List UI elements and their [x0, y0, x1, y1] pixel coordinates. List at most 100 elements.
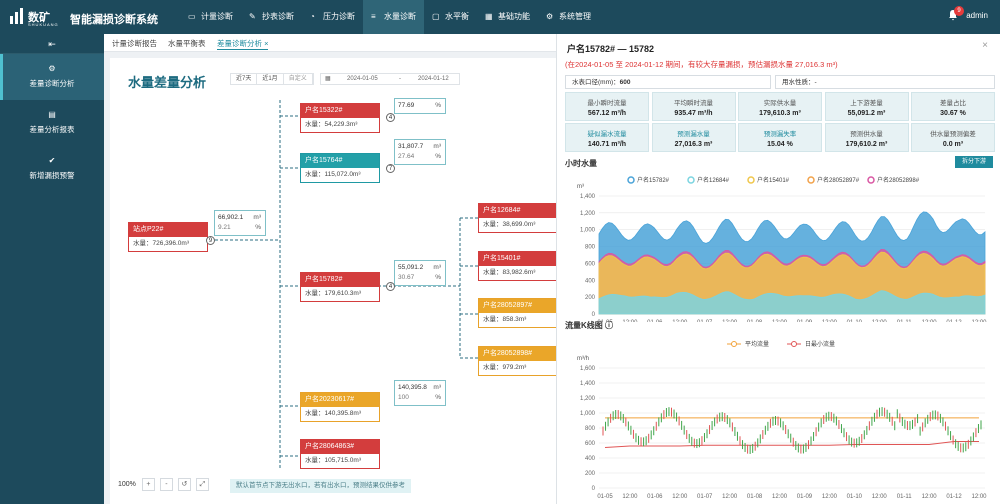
y-tick-label: 600 [585, 441, 596, 447]
stat-label: 平均瞬时流量 [674, 100, 713, 107]
nav-label: 水平衡 [445, 12, 469, 21]
flow-node[interactable]: 户名28052898# 水量：979.2m³ [478, 346, 558, 376]
flow-node[interactable]: 户名15782# 水量：179,610.3m³ [300, 272, 380, 302]
child-count-badge[interactable]: 4 [386, 282, 395, 291]
legend-swatch [867, 176, 875, 184]
stat-card: 上下游差量 55,091.2 m³ [824, 92, 909, 121]
sidebar-item-diff-report[interactable]: ▤ 差量分析报表 [0, 100, 104, 146]
child-count-badge[interactable]: 9 [206, 236, 215, 245]
nav-pressure[interactable]: ◔ 压力诊断 [302, 0, 363, 34]
legend-swatch [807, 176, 815, 184]
y-tick-label: 0 [592, 486, 596, 492]
tab-diff-analysis[interactable]: 差量诊断分析 × [217, 38, 269, 50]
logo-sub: SHUKUANG [28, 22, 59, 27]
notification-bell-icon[interactable]: 9 [947, 6, 964, 23]
sidebar-item-leak-alert[interactable]: ✔ 新增漏损预警 [0, 146, 104, 192]
field-value: 600 [619, 79, 631, 86]
x-tick-label: 12:00 [722, 494, 738, 500]
x-tick-label: 01-12 [946, 320, 962, 322]
sidebar-item-label: 差量诊断分析 [29, 79, 75, 88]
node-volume: 水量：83,982.6m³ [483, 269, 536, 276]
stat-label: 疑似漏水流量 [587, 131, 627, 138]
reset-icon[interactable]: ↺ [177, 477, 191, 491]
node-title: 户名12684# [479, 204, 557, 218]
user-name[interactable]: admin [966, 11, 988, 20]
node-volume: 水量：115,072.0m³ [305, 171, 361, 178]
split-downstream-button[interactable]: 拆分下游 [955, 156, 993, 168]
zoom-out-icon[interactable]: - [159, 477, 173, 491]
nav-label: 基础功能 [498, 12, 530, 21]
node-title: 站点P22# [129, 223, 207, 237]
flow-node[interactable]: 户名15401# 水量：83,982.6m³ [478, 251, 558, 281]
child-count-badge[interactable]: 7 [386, 164, 395, 173]
x-tick-label: 01-10 [847, 320, 863, 322]
node-volume: 水量：179,610.3m³ [305, 290, 361, 297]
flow-node[interactable]: 户名15764# 水量：115,072.0m³ [300, 153, 380, 183]
node-volume: 水量：105,715.0m³ [305, 457, 361, 464]
stat-value: 0.0 m³ [942, 141, 964, 148]
report-icon: ▤ [48, 110, 56, 119]
tab-meter-report[interactable]: 计量诊断报告 [112, 38, 157, 49]
flow-node[interactable]: 户名28052897# 水量：858.3m³ [478, 298, 558, 328]
zoom-in-icon[interactable]: + [141, 477, 155, 491]
x-tick-label: 01-07 [697, 320, 713, 322]
nav-basic[interactable]: ▦ 基础功能 [477, 0, 538, 34]
stat-label: 供水量预测偏差 [930, 131, 976, 138]
close-icon[interactable]: × [982, 40, 988, 51]
x-tick-label: 12:00 [872, 494, 888, 500]
unit: m³ [433, 143, 441, 150]
x-tick-label: 12:00 [971, 494, 987, 500]
diff-volume: 140,395.8 [398, 384, 427, 391]
y-tick-label: 1,400 [580, 194, 596, 200]
nav-water[interactable]: ≡ 水量诊断 [363, 0, 424, 34]
diff-percent: 27.64 [398, 153, 415, 160]
zoom-toolbar: 100% + - ↺ ⤢ [118, 476, 214, 492]
unit: % [435, 153, 441, 160]
child-count-badge[interactable]: 4 [386, 113, 395, 122]
sidebar-item-diff-analysis[interactable]: ⚙ 差量诊断分析 [0, 54, 104, 100]
sidebar-item-label: 新增漏损预警 [29, 171, 75, 180]
node-title: 户名15782# [301, 273, 379, 287]
tab-water-balance[interactable]: 水量平衡表 [168, 38, 206, 49]
node-volume: 水量：726,396.0m³ [133, 240, 189, 247]
stat-label: 最小瞬时流量 [587, 100, 627, 107]
y-tick-label: 400 [585, 278, 596, 284]
stat-label: 实际供水量 [763, 100, 797, 107]
legend-swatch [687, 176, 695, 184]
water-use-field: 用水性质：- [775, 75, 995, 89]
x-tick-label: 01-09 [797, 494, 813, 500]
x-tick-label: 12:00 [872, 320, 888, 322]
collapse-icon[interactable]: ⇤ [0, 34, 104, 54]
flow-kline-chart: m³/h 0 200 400 600 800 1,000 1,200 1,400 1,600 01-… [577, 340, 987, 500]
diff-ratio-box: 55,091.2 m³ 30.67% [394, 260, 446, 286]
x-tick-label: 12:00 [622, 320, 638, 322]
notification-badge: 9 [954, 6, 964, 16]
y-tick-label: 1,600 [580, 366, 596, 372]
stat-label: 预测供水量 [850, 131, 883, 138]
nav-reading[interactable]: ✎ 抄表诊断 [241, 0, 302, 34]
flow-node[interactable]: 户名12684# 水量：38,699.0m³ [478, 203, 558, 233]
stat-value: 15.04 % [767, 141, 793, 148]
flow-node[interactable]: 户名15322# 水量：54,229.3m³ [300, 103, 380, 133]
nav-system[interactable]: ⚙ 系统管理 [538, 0, 599, 34]
x-tick-label: 01-05 [597, 494, 613, 500]
nav-meter[interactable]: ▭ 计量诊断 [180, 0, 241, 34]
unit: % [255, 224, 261, 231]
meter-size-field: 水表口径(mm)：600 [565, 75, 771, 89]
main-area: 水量差量分析 近7天 近1月 自定义 ▦ 2024-01-05 - 2024-0… [104, 52, 558, 504]
flow-node-station[interactable]: 站点P22# 水量：726,396.0m³ [128, 222, 208, 252]
diff-volume: 66,902.1 [218, 214, 244, 221]
stat-card: 实际供水量 179,610.3 m³ [738, 92, 822, 121]
stat-value: 55,091.2 m³ [847, 110, 886, 117]
flow-node[interactable]: 户名20230617# 水量：140,395.8m³ [300, 392, 380, 422]
flow-node[interactable]: 户名28064863# 水量：105,715.0m³ [300, 439, 380, 469]
nav-balance[interactable]: ▢ 水平衡 [424, 0, 477, 34]
y-tick-label: 200 [585, 471, 596, 477]
section-hourly-volume: 小时水量 [565, 159, 597, 168]
stat-value: 935.47 m³/h [674, 110, 713, 117]
legend-label: 平均流量 [745, 340, 769, 348]
node-title: 户名15401# [479, 252, 557, 266]
logo: 数矿 SHUKUANG [10, 7, 60, 29]
x-tick-label: 12:00 [672, 320, 688, 322]
fullscreen-icon[interactable]: ⤢ [195, 477, 209, 491]
